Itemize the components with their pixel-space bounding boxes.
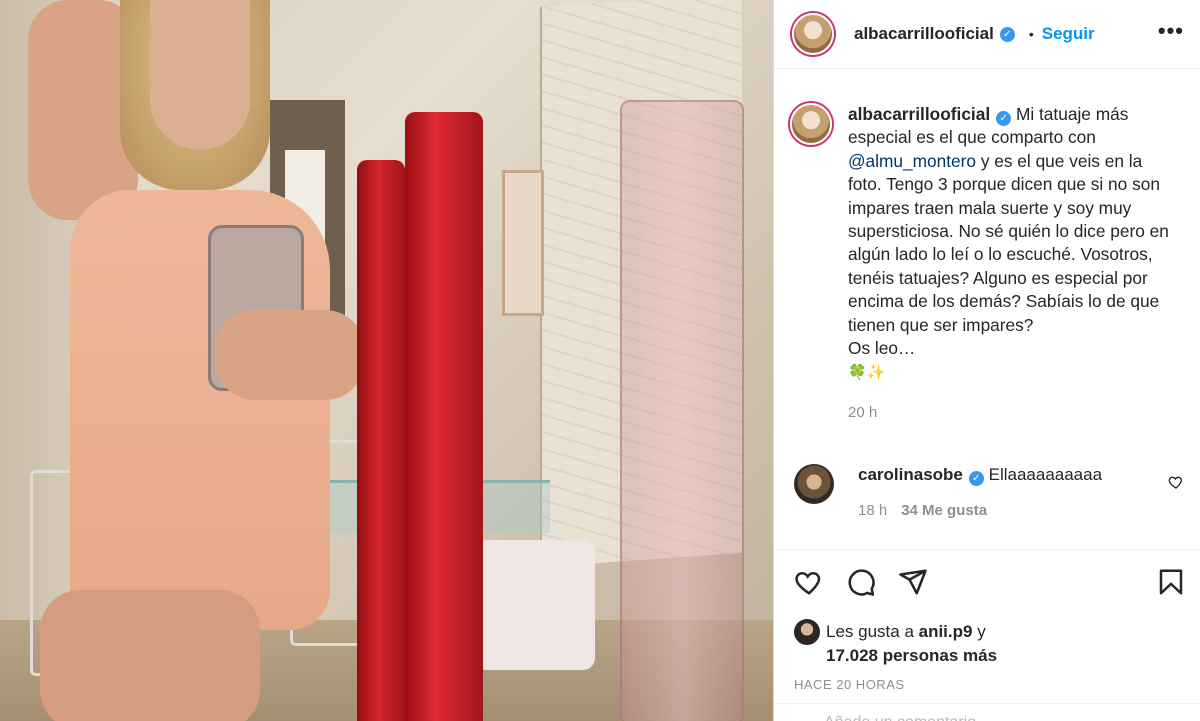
liker-handle[interactable]: anii.p9	[919, 622, 973, 641]
author-handle[interactable]: albacarrillooficial	[854, 24, 994, 44]
liker-avatar[interactable]	[794, 619, 820, 645]
verified-badge-icon: ✓	[999, 26, 1015, 42]
post-side-panel: albacarrillooficial ✓ • Seguir ••• albac…	[773, 0, 1200, 721]
comment-timestamp[interactable]: 18 h	[858, 502, 887, 519]
author-avatar[interactable]	[792, 13, 834, 55]
photo-red-rod	[405, 112, 483, 721]
commenter-avatar[interactable]	[794, 464, 834, 505]
comment-item: carolinasobe ✓ Ellaaaaaaaaaa 18 h 34 Me gu…	[774, 424, 1200, 522]
likes-count[interactable]: 17.028 personas más	[826, 646, 997, 665]
photo-pink-rod	[620, 100, 744, 721]
bookmark-icon[interactable]	[1156, 567, 1186, 597]
heart-icon[interactable]	[794, 567, 824, 597]
caption-timestamp[interactable]: 20 h	[848, 401, 1178, 424]
post-caption: albacarrillooficial ✓ Mi tatuaje más espe…	[774, 69, 1200, 424]
caption-body: albacarrillooficial ✓ Mi tatuaje más espe…	[848, 103, 1178, 424]
likes-text: Les gusta a anii.p9 y 17.028 personas má…	[826, 620, 997, 668]
instagram-post: albacarrillooficial ✓ • Seguir ••• albac…	[0, 0, 1200, 721]
photo-red-rod	[357, 160, 405, 721]
share-icon[interactable]	[898, 567, 928, 597]
add-comment-input[interactable]: Añade un comentario...	[774, 703, 1200, 721]
comment-icon[interactable]	[846, 567, 876, 597]
comment-likes[interactable]: 34 Me gusta	[901, 502, 987, 519]
caption-author-avatar[interactable]	[790, 103, 832, 145]
likes-summary: Les gusta a anii.p9 y 17.028 personas má…	[794, 619, 997, 668]
caption-closing-line: Os leo…	[848, 338, 916, 359]
photo-person-face	[150, 0, 250, 150]
photo-ottoman	[475, 540, 595, 670]
photo-poster	[502, 170, 544, 316]
more-icon[interactable]: •••	[1158, 18, 1184, 50]
caption-author-handle[interactable]: albacarrillooficial	[848, 104, 990, 124]
comment-heart-icon[interactable]	[1168, 474, 1184, 490]
separator-dot: •	[1028, 26, 1034, 42]
likes-prefix: Les gusta a	[826, 622, 919, 641]
post-actions-bar	[774, 549, 1200, 614]
verified-badge-icon: ✓	[996, 111, 1012, 126]
post-time-ago[interactable]: HACE 20 HORAS	[794, 677, 905, 692]
post-photo[interactable]	[0, 0, 773, 721]
caption-mention-link[interactable]: @almu_montero	[848, 151, 976, 171]
comment-meta: 18 h 34 Me gusta	[858, 500, 1160, 522]
likes-mid: y	[972, 622, 986, 641]
photo-person-hand	[215, 310, 365, 400]
verified-badge-icon: ✓	[968, 471, 984, 487]
caption-emojis: 🍀✨	[848, 364, 886, 382]
post-header: albacarrillooficial ✓ • Seguir •••	[774, 0, 1200, 69]
commenter-handle[interactable]: carolinasobe	[858, 465, 963, 484]
comment-text: Ellaaaaaaaaaa	[988, 465, 1103, 485]
follow-button[interactable]: Seguir	[1042, 24, 1095, 44]
photo-person-hip	[40, 590, 260, 721]
caption-text-end: y es el que veis en la foto. Tengo 3 por…	[848, 150, 1169, 335]
comment-body: carolinasobe ✓ Ellaaaaaaaaaa 18 h 34 Me gu…	[858, 464, 1160, 522]
